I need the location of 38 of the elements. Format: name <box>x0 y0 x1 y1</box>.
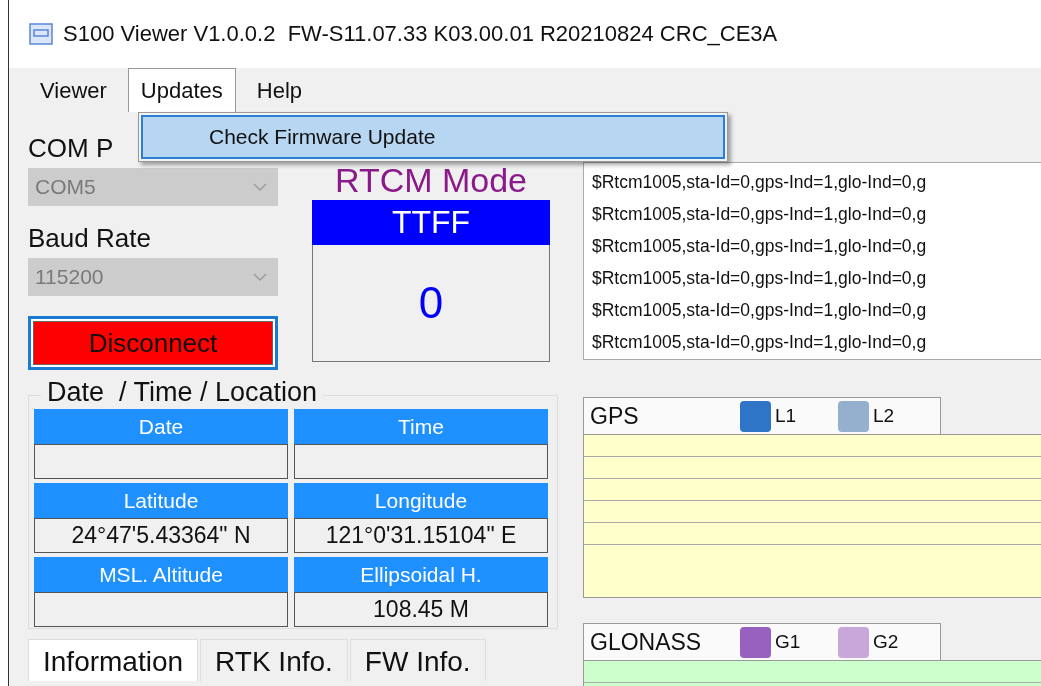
baud-rate-label: Baud Rate <box>28 222 151 254</box>
field-header: Longitude <box>294 483 548 518</box>
field-value: 121°0'31.15104" E <box>294 518 548 553</box>
log-line: $Rtcm1005,sta-Id=0,gps-Ind=1,glo-Ind=0,g <box>592 235 928 258</box>
constellation-name: GPS <box>590 402 640 430</box>
log-line: $Rtcm1005,sta-Id=0,gps-Ind=1,glo-Ind=0,g <box>592 299 928 322</box>
tab[interactable]: Information <box>28 639 199 681</box>
constellation-name: GLONASS <box>590 628 703 656</box>
chevron-icon <box>253 273 267 281</box>
field-value: 108.45 M <box>294 592 548 627</box>
field-value: 24°47'5.43364" N <box>34 518 288 553</box>
menu-item[interactable]: Viewer <box>27 68 120 112</box>
tab[interactable]: RTK Info. <box>200 639 348 681</box>
field-header: Ellipsoidal H. <box>294 557 548 592</box>
field-header: Latitude <box>34 483 288 518</box>
field-header: MSL. Altitude <box>34 557 288 592</box>
legend-label: G2 <box>873 631 899 653</box>
disconnect-button[interactable]: Disconnect <box>28 316 278 370</box>
menu-item[interactable]: Updates <box>127 68 236 112</box>
app-icon <box>29 23 53 45</box>
ttff-value: 0 <box>312 245 550 362</box>
mode-label: RTCM Mode <box>333 160 529 200</box>
legend-label: G1 <box>775 631 801 653</box>
menu-option[interactable]: Check Firmware Update <box>141 115 725 159</box>
chevron-icon <box>253 183 267 191</box>
log-line: $Rtcm1005,sta-Id=0,gps-Ind=1,glo-Ind=0,g <box>592 171 928 194</box>
legend-label: L2 <box>873 405 895 427</box>
window-title: S100 Viewer V1.0.0.2 FW-S11.07.33 K03.00.01 R20210824 CRC_CE3A <box>63 21 778 47</box>
log-line: $Rtcm1005,sta-Id=0,gps-Ind=1,glo-Ind=0,g <box>592 331 928 354</box>
com-port-label: COM P <box>28 132 114 164</box>
log-line: $Rtcm1005,sta-Id=0,gps-Ind=1,glo-Ind=0,g <box>592 267 928 290</box>
tab[interactable]: FW Info. <box>349 639 486 681</box>
menu-item[interactable]: Help <box>243 68 316 112</box>
legend-label: L1 <box>775 405 797 427</box>
field-header: Date <box>34 409 288 444</box>
field-header: Time <box>294 409 548 444</box>
log-line: $Rtcm1005,sta-Id=0,gps-Ind=1,glo-Ind=0,g <box>592 203 928 226</box>
ttff-header: TTFF <box>312 200 550 245</box>
